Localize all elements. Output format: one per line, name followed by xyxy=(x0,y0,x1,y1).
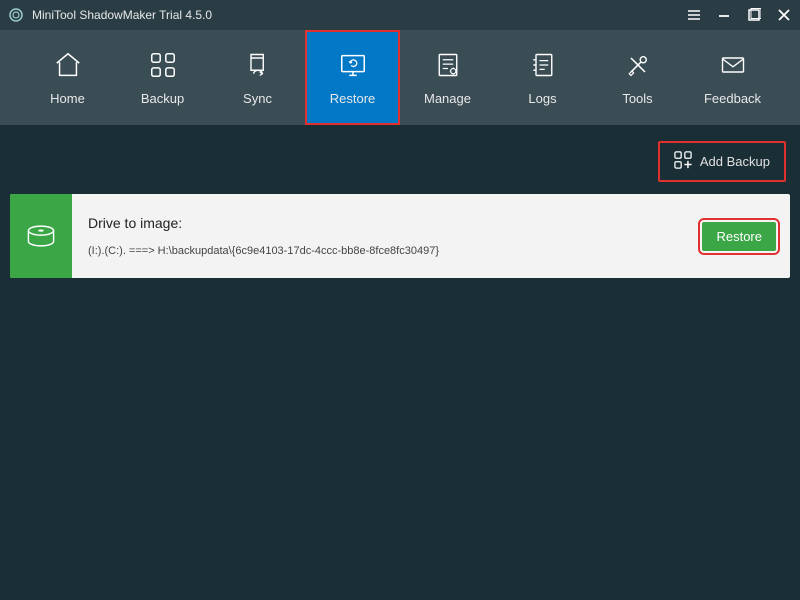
backup-entry-path: (I:).(C:). ===> H:\backupdata\{6c9e4103-… xyxy=(88,245,686,257)
nav-label: Home xyxy=(50,91,85,106)
nav-home[interactable]: Home xyxy=(20,30,115,125)
nav-logs[interactable]: Logs xyxy=(495,30,590,125)
logs-icon xyxy=(527,49,559,81)
nav-manage[interactable]: Manage xyxy=(400,30,495,125)
nav-tools[interactable]: Tools xyxy=(590,30,685,125)
app-logo-icon xyxy=(8,7,24,23)
menu-icon[interactable] xyxy=(686,7,702,23)
window-controls xyxy=(686,7,792,23)
content-area: Add Backup Drive to image: (I:).(C:). ==… xyxy=(0,125,800,294)
nav-label: Backup xyxy=(141,91,184,106)
feedback-icon xyxy=(717,49,749,81)
minimize-icon[interactable] xyxy=(716,7,732,23)
nav-sync[interactable]: Sync xyxy=(210,30,305,125)
nav-label: Sync xyxy=(243,91,272,106)
app-title: MiniTool ShadowMaker Trial 4.5.0 xyxy=(32,8,686,22)
restore-button[interactable]: Restore xyxy=(702,222,776,251)
add-backup-button[interactable]: Add Backup xyxy=(658,141,786,182)
home-icon xyxy=(52,49,84,81)
nav-restore[interactable]: Restore xyxy=(305,30,400,125)
titlebar: MiniTool ShadowMaker Trial 4.5.0 xyxy=(0,0,800,30)
nav-backup[interactable]: Backup xyxy=(115,30,210,125)
nav-label: Feedback xyxy=(704,91,761,106)
close-icon[interactable] xyxy=(776,7,792,23)
nav-label: Manage xyxy=(424,91,471,106)
backup-entry-actions: Restore xyxy=(702,194,790,278)
add-backup-label: Add Backup xyxy=(700,154,770,169)
backup-icon xyxy=(147,49,179,81)
nav-label: Logs xyxy=(528,91,556,106)
backup-entry-body: Drive to image: (I:).(C:). ===> H:\backu… xyxy=(72,194,702,278)
backup-entry-title: Drive to image: xyxy=(88,215,686,231)
restore-icon xyxy=(337,49,369,81)
manage-icon xyxy=(432,49,464,81)
main-nav: Home Backup Sync Restore Manage Logs T xyxy=(0,30,800,125)
maximize-icon[interactable] xyxy=(746,7,762,23)
tools-icon xyxy=(622,49,654,81)
add-backup-icon xyxy=(674,151,692,172)
nav-feedback[interactable]: Feedback xyxy=(685,30,780,125)
drive-icon xyxy=(10,194,72,278)
nav-label: Restore xyxy=(330,91,376,106)
sync-icon xyxy=(242,49,274,81)
toolbar: Add Backup xyxy=(10,141,790,194)
nav-label: Tools xyxy=(622,91,652,106)
backup-entry-card: Drive to image: (I:).(C:). ===> H:\backu… xyxy=(10,194,790,278)
